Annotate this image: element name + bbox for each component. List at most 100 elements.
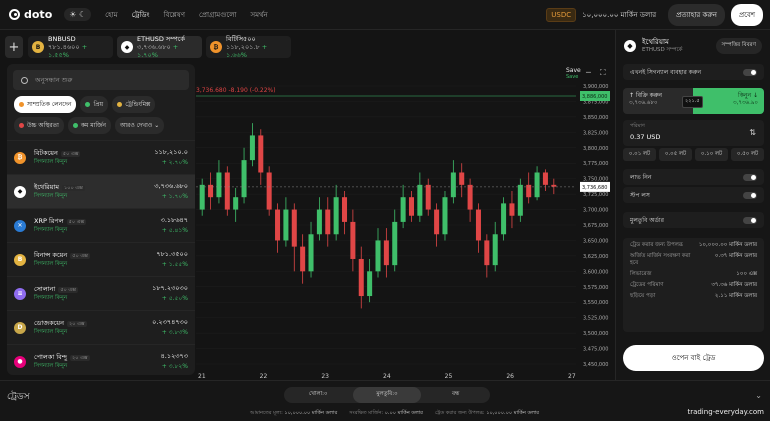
chip-icon xyxy=(72,123,78,128)
instrument-name: ইথেরিয়াম xyxy=(34,183,59,191)
account-area: USDC ১০,০০০.০০ মার্কিন ডলার প্রত্যাহার ক… xyxy=(546,3,763,26)
lot-button[interactable]: ০.০৫ লট xyxy=(659,148,692,161)
nav-home[interactable]: হোম xyxy=(105,9,117,21)
asset-details-button[interactable]: সম্পত্তির বিবরণ xyxy=(715,38,762,54)
tab-open[interactable]: খোলা:০ xyxy=(284,387,353,403)
tab-instrument[interactable]: B BNBUSD ৭৮১.৪৬০০ + ১.৫৫% xyxy=(28,35,113,59)
nav-programs[interactable]: প্রোগ্রামগুলো xyxy=(199,9,237,21)
info-value: ৩৭.৩৬ মার্কিন ডলার xyxy=(711,282,757,288)
signal-label: সিগন্যাল কিনুন xyxy=(34,295,68,301)
tab-price: ৩,৭৩৬.৬৮০ + ১.৭০% xyxy=(137,43,198,59)
list-item[interactable]: ✕ XRP রিপল ৫০ এক্স সিগন্যাল কিনুন ৩.১৮৬৪৭ + ৫… xyxy=(7,208,195,242)
summary-value: ১০,০০০.০০ মার্কিন ডলার xyxy=(486,410,540,416)
info-value: ১০,০০০.০০ মার্কিন ডলার xyxy=(698,242,757,248)
chip-icon xyxy=(19,102,24,107)
candle-body xyxy=(425,184,431,210)
take-profit-row: লাভ নিন xyxy=(623,169,764,185)
chip-label: কম মার্জিন xyxy=(80,122,107,129)
list-item[interactable]: ◆ ইথেরিয়াম ১০০ এক্স সিগন্যাল কিনুন ৩,৭৩৬.৬৮… xyxy=(7,174,195,208)
brand-logo[interactable]: doto xyxy=(9,8,52,21)
list-item[interactable]: B বিনান্স কয়েন ৫০ এক্স সিগন্যাল কিনুন ৭৮১.৩… xyxy=(7,242,195,276)
y-tick-label: 3,625,000 xyxy=(583,254,608,260)
candlestick-chart[interactable]: 3,900,0003,875,0003,850,0003,825,0003,80… xyxy=(196,60,610,380)
filter-chips: সাম্প্রতিক লেনদেন প্রিয় ট্রেন্ডিংমিক্স উচ্… xyxy=(7,96,195,134)
coin-icon: ◆ xyxy=(121,41,133,53)
candle-body xyxy=(400,197,406,222)
withdraw-button[interactable]: প্রত্যাহার করুন xyxy=(668,3,725,26)
theme-toggle[interactable]: ☀ ☾ xyxy=(64,8,92,21)
instrument-price: ১৮৭.২৩০৩০ xyxy=(152,284,188,292)
x-tick-label: 22 xyxy=(260,373,268,380)
info-value: ০.৩৭ মার্কিন ডলার xyxy=(714,253,757,259)
price-chart[interactable]: 3,900,000 3,875,000 3,850,000 3,825,000 3,80… xyxy=(196,60,610,380)
filter-chip[interactable]: ট্রেন্ডিংমিক্স xyxy=(112,96,156,113)
summary-item: সংরক্ষিত মার্জিন: ০.০০ মার্কিন ডলার xyxy=(349,410,423,418)
nav-trading[interactable]: ট্রেডিং xyxy=(132,9,150,21)
candle-body xyxy=(367,271,373,297)
lot-button[interactable]: ০.১০ লট xyxy=(695,148,728,161)
candle-body xyxy=(475,209,481,241)
list-item[interactable]: ≡ সোলানা ৫০ এক্স সিগন্যাল কিনুন ১৮৭.২৩০৩০ + ৫… xyxy=(7,276,195,310)
candle-body xyxy=(333,197,339,235)
y-tick-label: 3,650,000 xyxy=(583,238,608,244)
tab-pending[interactable]: মুলতুবি:০ xyxy=(352,387,422,403)
buy-button[interactable]: কিনুন ↓ ৩,৭৩৬.৯০ xyxy=(693,88,764,114)
login-button[interactable]: প্রবেশ xyxy=(730,3,763,26)
tab-instrument[interactable]: ₿ বিটিসি৫০০ ১১৮,২০১.৮ + ১.৬৬% xyxy=(206,35,291,59)
add-tab-button[interactable]: + xyxy=(5,36,23,58)
list-item[interactable]: ₿ বিটকয়েন ৫০ এক্স সিগন্যাল কিনুন ১১৮,২১০.০ +… xyxy=(7,140,195,174)
nav-analysis[interactable]: বিশ্লেষণ xyxy=(164,9,185,21)
swap-icon[interactable]: ⇅ xyxy=(749,128,756,137)
chip-label: উচ্চ অস্থিরতা xyxy=(27,122,59,129)
signals-toggle[interactable] xyxy=(743,68,757,76)
filter-chip[interactable]: আরও দেখাও ⌄ xyxy=(115,117,165,134)
info-row: ট্রেড করার জন্য উপলব্ধ ১০,০০০.০০ মার্কিন … xyxy=(630,242,757,249)
x-tick-label: 27 xyxy=(568,373,576,380)
candle-body xyxy=(291,209,297,247)
instrument-change: + ৩.৮২% xyxy=(161,363,188,370)
open-buy-trade-button[interactable]: ওপেন বাই ট্রেড xyxy=(623,345,764,371)
currency-badge[interactable]: USDC xyxy=(546,7,577,22)
stop-loss-toggle[interactable] xyxy=(743,191,757,199)
chip-icon xyxy=(117,102,123,107)
stop-loss-row: স্টপ লস xyxy=(623,187,764,203)
chip-label: প্রিয় xyxy=(93,101,104,108)
minimize-icon[interactable]: ─ xyxy=(586,68,591,77)
filter-chip[interactable]: সাম্প্রতিক লেনদেন xyxy=(14,96,77,113)
filter-chip[interactable]: উচ্চ অস্থিরতা xyxy=(14,117,64,134)
order-panel: ◆ ইথেরিয়াম ETHUSD সম্পর্কে সম্পত্তির বিব… xyxy=(615,30,770,380)
summary-label: ট্রেড করার জন্য উপলব্ধ: xyxy=(434,410,485,416)
take-profit-toggle[interactable] xyxy=(743,173,757,181)
lot-button[interactable]: ০.৫০ লট xyxy=(731,148,764,161)
y-tick-label: 3,850,000 xyxy=(583,115,608,121)
candle-body xyxy=(492,234,498,266)
instrument-price: ০.২৩৭৪৭৩০ xyxy=(152,318,188,326)
list-item[interactable]: D ডোজকয়েন ২০ এক্স সিগন্যাল কিনুন ০.২৩৭৪৭৩০ +… xyxy=(7,310,195,344)
list-item[interactable]: ● পোলকা বিন্দু ২০ এক্স সিগন্যাল কিনুন ৪.১২৩৭… xyxy=(7,344,195,375)
fullscreen-icon[interactable]: ⛶ xyxy=(600,68,606,78)
amount-field[interactable]: পরিমাণ 0.37 USD ⇅ xyxy=(623,120,764,146)
y-tick-label: 3,675,000 xyxy=(583,223,608,229)
chevron-down-icon[interactable]: ⌄ xyxy=(755,391,762,400)
candle-body xyxy=(542,172,548,185)
tab-instrument[interactable]: ◆ ETHUSD সম্পর্কে ৩,৭৩৬.৬৮০ + ১.৭০% xyxy=(117,35,202,59)
pending-order-toggle[interactable] xyxy=(743,216,757,224)
filter-chip[interactable]: কম মার্জিন xyxy=(67,117,112,134)
info-label: ছড়িয়ে পড়া xyxy=(630,293,656,299)
filter-chip[interactable]: প্রিয় xyxy=(80,96,109,113)
y-tick-label: 3,800,000 xyxy=(583,146,608,152)
bid-price-label: 3,886,000 xyxy=(582,94,607,100)
info-row: ট্রেডের পরিমাণ ৩৭.৩৬ মার্কিন ডলার xyxy=(630,282,757,289)
candle-body xyxy=(241,160,247,198)
candle-body xyxy=(350,221,356,259)
signal-label: সিগন্যাল কিনুন xyxy=(34,363,68,369)
chart-save[interactable]: Save Save xyxy=(566,68,581,81)
nav-support[interactable]: সমর্থন xyxy=(250,9,267,21)
candle-body xyxy=(258,135,264,173)
pending-order-row: মুলতুবি অর্ডার xyxy=(623,212,764,228)
tab-closed[interactable]: বন্ধ xyxy=(421,387,490,403)
search-input[interactable]: অনুসন্ধান শুরু xyxy=(13,70,189,90)
lot-button[interactable]: ০.০১ লট xyxy=(623,148,656,161)
candle-body xyxy=(300,246,306,272)
candle-body xyxy=(434,209,440,235)
